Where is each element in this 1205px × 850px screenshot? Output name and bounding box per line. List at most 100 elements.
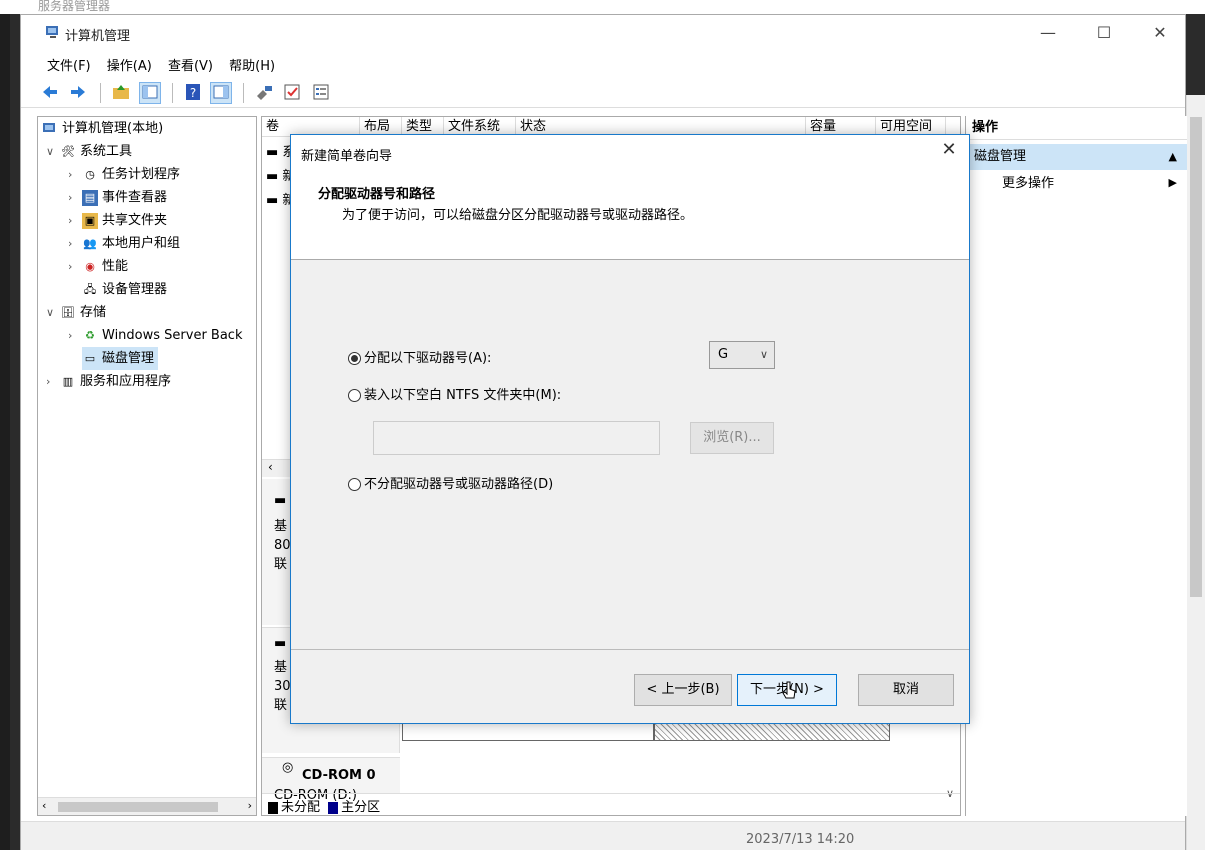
show-hide-action-pane-icon[interactable] (209, 82, 232, 104)
device-manager-icon: 🖧 (83, 282, 97, 296)
radio-unchecked-icon[interactable] (348, 389, 361, 402)
tree-item-device-manager[interactable]: 🖧 设备管理器 (82, 278, 167, 301)
chevron-right-icon[interactable]: › (68, 324, 82, 347)
minimize-button[interactable]: — (1025, 21, 1071, 45)
wizard-title: 新建简单卷向导 (301, 149, 393, 164)
chevron-right-icon[interactable]: › (68, 232, 82, 255)
background-scrollbar-thumb[interactable] (1190, 117, 1202, 597)
back-arrow-icon[interactable] (39, 82, 61, 104)
clock-icon: ◷ (85, 167, 95, 181)
radio-checked-icon[interactable] (348, 352, 361, 365)
tree-label: 系统工具 (80, 144, 133, 159)
chevron-down-icon[interactable]: ∨ (46, 140, 60, 163)
computer-management-icon (42, 121, 58, 137)
tree-item-disk-management[interactable]: ▭ 磁盘管理 (82, 347, 159, 370)
browse-button[interactable]: 浏览(R)... (690, 422, 774, 454)
properties-list-icon[interactable] (310, 82, 332, 104)
folder-path-input[interactable] (373, 421, 660, 455)
background-scrollbar[interactable] (1186, 95, 1205, 850)
collapse-up-icon[interactable]: ▲ (1169, 144, 1177, 170)
tools-icon: 🛠 (61, 144, 75, 158)
disk-icon: ▬ (274, 636, 287, 651)
help-icon[interactable]: ? (182, 82, 204, 104)
menu-action[interactable]: 操作(A) (101, 52, 158, 77)
actions-pane: 操作 磁盘管理 ▲ 更多操作 ▶ (965, 116, 1187, 816)
tree-item-task-scheduler[interactable]: › ◷ 任务计划程序 (68, 163, 180, 186)
actions-disk-management[interactable]: 磁盘管理 ▲ (966, 144, 1187, 170)
legend-unallocated: 未分配 (281, 800, 321, 815)
wizard-heading: 分配驱动器号和路径 (318, 187, 436, 202)
wizard-header: 新建简单卷向导 ✕ 分配驱动器号和路径 为了便于访问，可以给磁盘分区分配驱动器号… (291, 135, 969, 260)
back-button[interactable]: < 上一步(B) (634, 674, 732, 706)
backup-icon: ♻ (85, 328, 95, 342)
chevron-down-icon[interactable]: ∨ (46, 301, 60, 324)
chevron-right-icon[interactable]: › (68, 186, 82, 209)
radio-no-drive-letter[interactable]: 不分配驱动器号或驱动器路径(D) (348, 475, 553, 495)
maximize-button[interactable]: ☐ (1081, 21, 1127, 45)
up-folder-icon[interactable] (110, 82, 132, 104)
close-button[interactable]: ✕ (1137, 21, 1183, 45)
tree-item-storage[interactable]: ∨ 🗄 存储 (46, 301, 106, 324)
more-actions[interactable]: 更多操作 (1002, 172, 1054, 196)
tree-horizontal-scrollbar[interactable]: ‹ › (38, 797, 256, 815)
tree-item-windows-backup[interactable]: › ♻ Windows Server Back (68, 324, 243, 347)
chevron-down-icon: ∨ (759, 348, 768, 361)
mouse-cursor-icon (782, 680, 798, 702)
tree-item-local-users[interactable]: › 👥 本地用户和组 (68, 232, 180, 255)
background-window-strip (0, 0, 1205, 14)
scroll-right-icon[interactable]: › (248, 799, 252, 812)
actions-header: 操作 (966, 116, 1187, 140)
tree-item-shared-folders[interactable]: › ▣ 共享文件夹 (68, 209, 167, 232)
legend-primary: 主分区 (341, 800, 381, 815)
scroll-left-icon[interactable]: ‹ (268, 460, 273, 474)
cdrom-panel[interactable]: ◎ CD-ROM 0 CD-ROM (D:) (262, 757, 400, 803)
toolbar-separator (100, 83, 102, 103)
chevron-right-icon[interactable]: › (68, 163, 82, 186)
show-hide-tree-icon[interactable] (138, 82, 161, 104)
disk-management-icon: ▭ (84, 351, 96, 365)
legend-swatch-primary (328, 801, 339, 814)
menu-view[interactable]: 查看(V) (162, 52, 219, 77)
checklist-icon[interactable] (281, 82, 303, 104)
disk-2-type: 基 (274, 660, 288, 675)
tree-label: 性能 (102, 259, 129, 274)
radio-assign-label: 分配以下驱动器号(A): (364, 351, 492, 366)
chevron-right-icon[interactable]: › (68, 255, 82, 278)
radio-none-label: 不分配驱动器号或驱动器路径(D) (364, 477, 554, 492)
legend-swatch-unallocated (268, 801, 278, 814)
menu-help[interactable]: 帮助(H) (223, 52, 281, 77)
wizard-close-icon[interactable]: ✕ (937, 139, 961, 160)
tree-item-performance[interactable]: › ◉ 性能 (68, 255, 128, 278)
tree-item-services-apps[interactable]: › ▥ 服务和应用程序 (46, 370, 171, 393)
scroll-left-icon[interactable]: ‹ (42, 799, 46, 812)
tree-item-event-viewer[interactable]: › ▤ 事件查看器 (68, 186, 167, 209)
cancel-button[interactable]: 取消 (858, 674, 954, 706)
window-title: 计算机管理 (65, 29, 131, 44)
menu-file[interactable]: 文件(F) (41, 52, 97, 77)
tree-label: 磁盘管理 (102, 351, 155, 366)
users-icon: 👥 (83, 236, 97, 250)
tree-label: 存储 (80, 305, 107, 320)
tree-item-root[interactable]: 计算机管理(本地) (42, 117, 163, 140)
chevron-right-icon[interactable]: › (68, 209, 82, 232)
event-viewer-icon: ▤ (82, 189, 98, 206)
radio-unchecked-icon[interactable] (348, 478, 361, 491)
connect-icon[interactable] (253, 82, 275, 104)
disk-1-status: 联 (274, 557, 288, 572)
drive-letter-select[interactable]: G ∨ (709, 341, 775, 369)
chevron-right-icon[interactable]: › (46, 370, 60, 393)
scrollbar-thumb[interactable] (58, 802, 218, 812)
disk-icon: ▬ (274, 493, 287, 508)
services-icon: ▥ (62, 374, 74, 388)
tree-item-system-tools[interactable]: ∨ 🛠 系统工具 (46, 140, 132, 163)
disk-2-size: 30 (274, 679, 291, 694)
radio-mount-ntfs-folder[interactable]: 装入以下空白 NTFS 文件夹中(M): (348, 386, 561, 406)
tree-label: 计算机管理(本地) (62, 121, 164, 136)
menu-bar: 文件(F) 操作(A) 查看(V) 帮助(H) (21, 52, 1185, 76)
disk-1-type: 基 (274, 519, 288, 534)
wizard-separator (291, 649, 969, 650)
legend: 未分配 主分区 (262, 793, 960, 815)
navigation-tree: 计算机管理(本地) ∨ 🛠 系统工具 › ◷ 任务计划程序 › ▤ 事件查看器 › ▣ 共享文件… (37, 116, 257, 816)
forward-arrow-icon[interactable] (67, 82, 89, 104)
radio-assign-drive-letter[interactable]: 分配以下驱动器号(A): (348, 349, 491, 369)
